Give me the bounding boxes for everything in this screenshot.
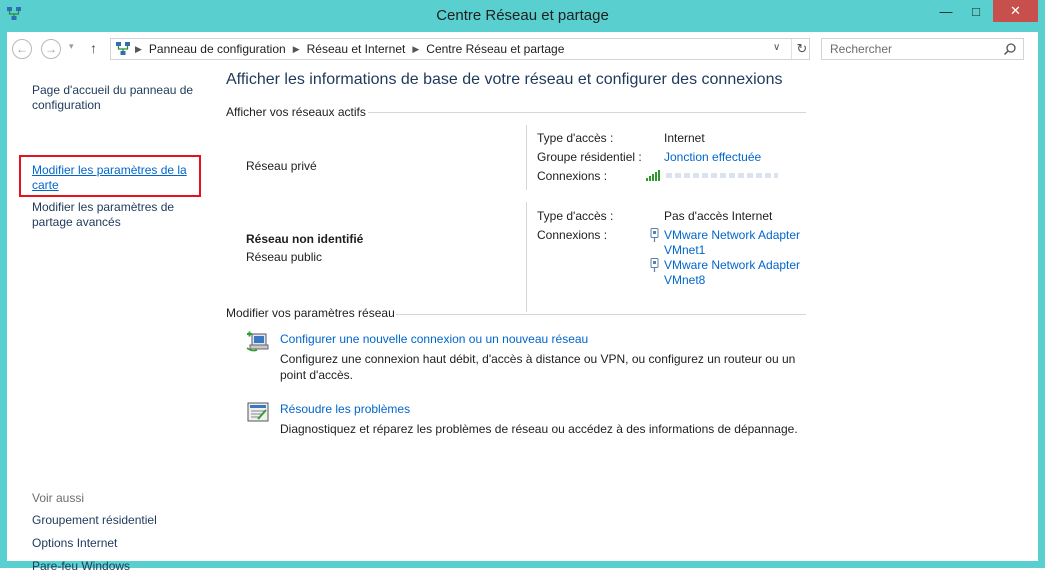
adapter-vmnet8-link[interactable]: VMware Network Adapter <box>664 258 800 272</box>
access-type-value: Internet <box>664 131 705 145</box>
see-also-internet-options-link[interactable]: Options Internet <box>32 536 202 551</box>
back-button[interactable]: ← <box>12 39 32 59</box>
access-type-label: Type d'accès : <box>537 131 614 145</box>
new-connection-icon[interactable] <box>246 330 270 354</box>
forward-button[interactable]: → <box>41 39 61 59</box>
minimize-button[interactable]: — <box>932 0 960 22</box>
homegroup-link[interactable]: Jonction effectuée <box>664 150 761 164</box>
section-divider <box>396 314 806 315</box>
access-type-label: Type d'accès : <box>537 209 614 223</box>
adapter-vmnet1-link-line2[interactable]: VMnet1 <box>664 243 705 257</box>
address-bar[interactable]: ▶ Panneau de configuration ▶ Réseau et I… <box>110 38 810 60</box>
recent-locations-button[interactable]: ▾ <box>69 41 74 52</box>
adapter-vmnet1-link[interactable]: VMware Network Adapter <box>664 228 800 242</box>
breadcrumb-network-center[interactable]: Centre Réseau et partage <box>426 42 564 56</box>
see-also-heading: Voir aussi <box>32 491 85 505</box>
adapter-vmnet8-link-line2[interactable]: VMnet8 <box>664 273 705 287</box>
breadcrumb-separator-icon[interactable]: ▶ <box>135 44 142 55</box>
new-connection-link[interactable]: Configurer une nouvelle connexion ou un … <box>280 332 588 346</box>
navigation-bar: ← → ▾ ↑ ▶ Panneau de configuration ▶ Rés… <box>7 32 1038 66</box>
search-placeholder: Rechercher <box>830 42 893 56</box>
ethernet-adapter-icon[interactable] <box>650 228 659 242</box>
blurred-connection-name <box>666 173 778 178</box>
window-title: Centre Réseau et partage <box>436 7 609 24</box>
network-center-icon <box>116 42 130 55</box>
title-bar[interactable]: Centre Réseau et partage — □ ✕ <box>0 0 1045 32</box>
wifi-signal-icon[interactable] <box>646 169 662 181</box>
troubleshoot-description: Diagnostiquez et réparez les problèmes d… <box>280 422 798 436</box>
troubleshoot-link[interactable]: Résoudre les problèmes <box>280 402 410 416</box>
close-button[interactable]: ✕ <box>993 0 1038 22</box>
troubleshoot-icon[interactable] <box>246 400 270 424</box>
section-divider <box>368 112 806 113</box>
active-networks-heading: Afficher vos réseaux actifs <box>226 105 366 119</box>
page-title: Afficher les informations de base de vot… <box>226 71 783 88</box>
advanced-sharing-settings-link[interactable]: Modifier les paramètres de partage avanc… <box>32 200 202 230</box>
search-icon[interactable] <box>1003 42 1017 56</box>
maximize-button[interactable]: □ <box>963 0 989 22</box>
change-adapter-settings-link[interactable]: Modifier les paramètres de la carte <box>32 163 202 193</box>
network-category: Réseau public <box>246 250 323 264</box>
window-client: ← → ▾ ↑ ▶ Panneau de configuration ▶ Rés… <box>7 32 1038 573</box>
main-content: Afficher les informations de base de vot… <box>226 66 1026 561</box>
breadcrumb-separator-icon[interactable]: ▶ <box>293 44 300 55</box>
new-connection-description: Configurez une connexion haut débit, d'a… <box>280 352 796 366</box>
homegroup-label: Groupe résidentiel : <box>537 150 642 164</box>
search-input[interactable]: Rechercher <box>821 38 1024 60</box>
see-also-firewall-link[interactable]: Pare-feu Windows <box>32 559 202 574</box>
breadcrumb-control-panel[interactable]: Panneau de configuration <box>149 42 286 56</box>
breadcrumb-separator-icon[interactable]: ▶ <box>412 44 419 55</box>
change-settings-heading: Modifier vos paramètres réseau <box>226 306 395 320</box>
new-connection-description-line2: point d'accès. <box>280 368 354 382</box>
breadcrumb-network-internet[interactable]: Réseau et Internet <box>307 42 406 56</box>
breadcrumb: ▶ Panneau de configuration ▶ Réseau et I… <box>135 42 564 56</box>
up-button[interactable]: ↑ <box>90 40 97 56</box>
connections-label: Connexions : <box>537 169 608 183</box>
network-name: Réseau privé <box>246 159 317 173</box>
network-name: Réseau non identifié <box>246 232 364 246</box>
vertical-divider <box>526 202 527 312</box>
access-type-value: Pas d'accès Internet <box>664 209 773 223</box>
control-panel-home-link[interactable]: Page d'accueil du panneau de configurati… <box>32 83 202 113</box>
connections-label: Connexions : <box>537 228 608 242</box>
address-dropdown-icon[interactable]: ∨ <box>773 42 780 53</box>
see-also-homegroup-link[interactable]: Groupement résidentiel <box>32 513 202 528</box>
left-pane: Page d'accueil du panneau de configurati… <box>7 66 212 573</box>
ethernet-adapter-icon[interactable] <box>650 258 659 272</box>
refresh-button[interactable]: ↻ <box>791 39 812 59</box>
vertical-divider <box>526 125 527 190</box>
